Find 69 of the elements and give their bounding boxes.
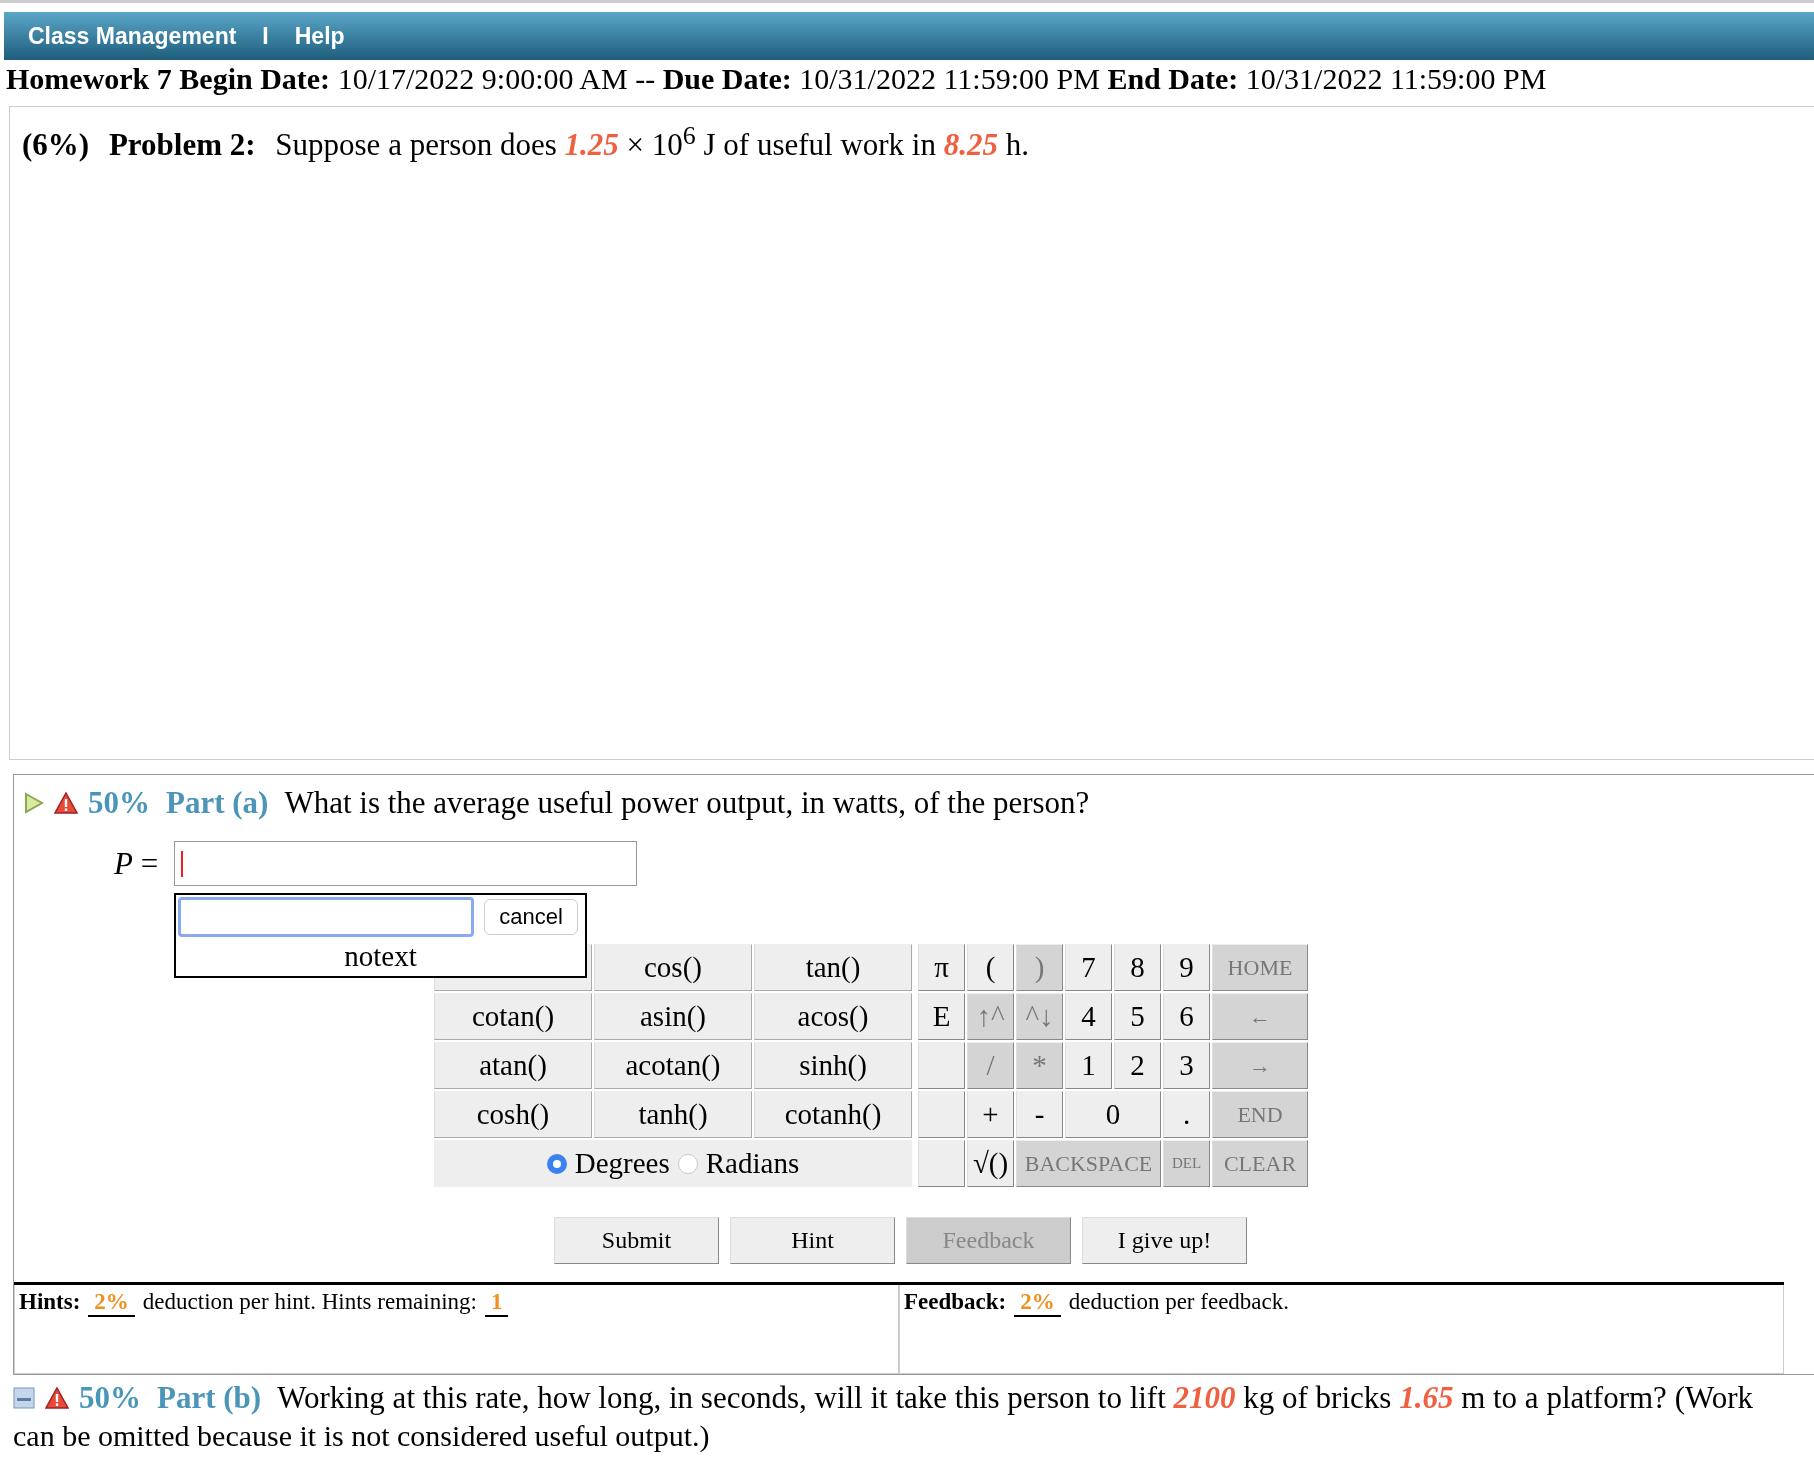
penalty-text: deduction per hint. Hints remaining: (142, 1289, 477, 1315)
answer-label: P = (114, 845, 160, 882)
function-key[interactable]: acos() (754, 993, 912, 1040)
keypad-key[interactable]: + (967, 1091, 1014, 1138)
minimize-icon[interactable] (13, 1387, 35, 1409)
question-text: What is the average useful power output, in watts, of the person? (284, 785, 1090, 821)
part-weight: 50% (88, 785, 150, 821)
action-button[interactable]: Hint (730, 1217, 895, 1264)
warning-icon (45, 1387, 69, 1409)
function-key[interactable]: tan() (754, 944, 912, 991)
keypad-key[interactable]: 0 (1065, 1091, 1161, 1138)
assignment-dates: Homework 7 Begin Date: 10/17/2022 9:00:00 AM -- Due Date: 10/31/2022 11:59:00 PM End Date: 10/31/2022 11:59:00 PM (5, 61, 1548, 97)
keypad-key[interactable]: π (918, 944, 965, 991)
part-label: Part (a) (166, 785, 269, 821)
keypad-key[interactable]: ( (967, 944, 1014, 991)
keypad-key[interactable]: 5 (1114, 993, 1161, 1040)
keypad-key[interactable]: 7 (1065, 944, 1112, 991)
action-button[interactable]: Submit (554, 1217, 719, 1264)
keypad-key[interactable]: 6 (1163, 993, 1210, 1040)
keypad-key[interactable]: . (1163, 1091, 1210, 1138)
blank-key (918, 1091, 965, 1138)
action-button[interactable]: I give up! (1082, 1217, 1247, 1264)
function-key[interactable]: cotan() (434, 993, 592, 1040)
penalty-value: 2% (1014, 1289, 1061, 1317)
function-key[interactable]: sinh() (754, 1042, 912, 1089)
blank-key (918, 1042, 965, 1089)
penalty-value: 2% (88, 1289, 135, 1317)
radio-button[interactable] (546, 1153, 567, 1174)
nav-link[interactable]: Class Management (28, 22, 237, 50)
keypad-key[interactable]: √() (967, 1140, 1014, 1187)
radio-label: Degrees (574, 1147, 670, 1180)
radio-button[interactable] (677, 1153, 698, 1174)
blank-key (918, 1140, 965, 1187)
radio-label: Radians (705, 1147, 800, 1180)
function-key[interactable]: tanh() (594, 1091, 752, 1138)
problem-label: Problem 2: (108, 127, 256, 163)
penalty-value: 1 (484, 1289, 509, 1317)
problem-weight: (6%) (22, 127, 90, 163)
keypad-key[interactable]: E (918, 993, 965, 1040)
keypad-key[interactable]: 1 (1065, 1042, 1112, 1089)
penalty-text: deduction per feedback. (1068, 1289, 1290, 1315)
cancel-button[interactable]: cancel (484, 899, 578, 935)
function-key[interactable]: cos() (594, 944, 752, 991)
penalty-label: Hints: (19, 1289, 81, 1315)
play-icon[interactable] (24, 792, 44, 814)
problem-statement: Suppose a person does 1.25 × 10$^{6}$ J of useful work in 8.25 h. (275, 127, 1029, 163)
question-text: Working at this rate, how long, in seconds, will it take this person to lift 2100 kg of bricks 1.65 m to a platform? (Work (277, 1379, 1754, 1417)
nav-separator: I (262, 22, 269, 50)
keypad-key[interactable]: 4 (1065, 993, 1112, 1040)
penalty-label: Feedback: (904, 1289, 1007, 1315)
popup-input[interactable] (178, 897, 474, 937)
keypad-key[interactable]: 2 (1114, 1042, 1161, 1089)
keypad-key[interactable]: - (1016, 1091, 1063, 1138)
warning-icon (54, 792, 78, 814)
part-weight: 50% (79, 1379, 141, 1417)
function-key[interactable]: acotan() (594, 1042, 752, 1089)
function-key[interactable]: atan() (434, 1042, 592, 1089)
keypad-key[interactable]: 8 (1114, 944, 1161, 991)
question-text: can be omitted because it is not considered useful output.) (13, 1418, 711, 1454)
keypad-key[interactable]: 3 (1163, 1042, 1210, 1089)
popup-message: notext (344, 939, 417, 973)
function-key[interactable]: cosh() (434, 1091, 592, 1138)
nav-link[interactable]: Help (294, 22, 345, 50)
text-cursor (181, 851, 183, 877)
part-label: Part (b) (157, 1379, 262, 1417)
keypad-key[interactable]: 9 (1163, 944, 1210, 991)
function-key[interactable]: cotanh() (754, 1091, 912, 1138)
answer-field[interactable] (174, 841, 637, 886)
function-key[interactable]: asin() (594, 993, 752, 1040)
